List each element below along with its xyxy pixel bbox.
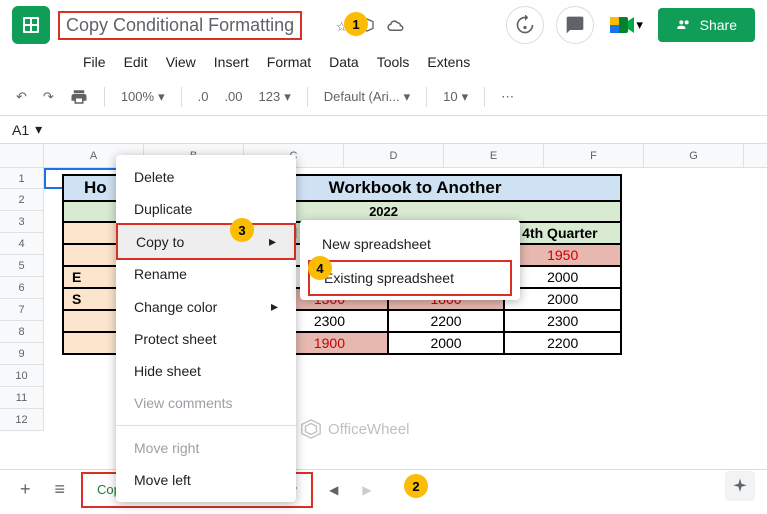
table-cell[interactable]: 2300 [504,310,621,332]
col-header[interactable]: E [444,144,544,167]
chevron-right-icon: ▸ [271,298,278,315]
document-title[interactable]: Copy Conditional Formatting [58,11,302,40]
table-cell[interactable]: 2000 [388,332,505,354]
watermark: OfficeWheel [300,418,409,440]
row-header[interactable]: 6 [0,277,43,299]
menu-extensions[interactable]: Extens [419,50,478,74]
print-icon[interactable] [66,84,92,110]
font-size[interactable]: 10 ▾ [439,85,472,109]
menu-file[interactable]: File [75,50,114,74]
name-box[interactable]: A1 ▾ [12,121,72,138]
sub-existing-spreadsheet[interactable]: Existing spreadsheet [308,260,512,296]
menu-tools[interactable]: Tools [369,50,418,74]
decrease-decimal[interactable]: .0 [194,85,213,108]
ctx-move-right: Move right [116,432,296,464]
row-header[interactable]: 7 [0,299,43,321]
annotation-badge: 1 [344,12,368,36]
submenu: New spreadsheet Existing spreadsheet [300,220,520,300]
sub-new-spreadsheet[interactable]: New spreadsheet [300,226,520,262]
row-header[interactable]: 12 [0,409,43,431]
font-select[interactable]: Default (Ari... ▾ [320,85,414,109]
sheets-logo[interactable] [12,6,50,44]
ctx-delete[interactable]: Delete [116,161,296,193]
col-header[interactable]: D [344,144,444,167]
ctx-change-color[interactable]: Change color▸ [116,290,296,323]
row-header[interactable]: 1 [0,168,43,189]
annotation-badge: 3 [230,218,254,242]
row-header[interactable]: 9 [0,343,43,365]
menubar: File Edit View Insert Format Data Tools … [0,50,767,78]
ctx-rename[interactable]: Rename [116,258,296,290]
toolbar: ↶ ↷ 100% ▾ .0 .00 123 ▾ Default (Ari... … [0,78,767,116]
menu-insert[interactable]: Insert [206,50,257,74]
number-format[interactable]: 123 ▾ [255,85,295,109]
redo-icon[interactable]: ↷ [39,85,58,109]
menu-format[interactable]: Format [259,50,319,74]
comment-icon[interactable] [556,6,594,44]
add-sheet-icon[interactable]: + [12,471,39,508]
context-menu: Delete Duplicate Copy to▸ Rename Change … [116,155,296,502]
table-cell[interactable]: 2000 [504,288,621,310]
meet-icon[interactable]: ▾ [606,11,646,39]
explore-button[interactable] [725,471,755,501]
menu-data[interactable]: Data [321,50,367,74]
ctx-view-comments: View comments [116,387,296,419]
table-cell[interactable]: 1950 [504,244,621,266]
more-toolbar[interactable]: ⋯ [497,85,518,109]
row-header[interactable]: 2 [0,189,43,211]
scroll-right-icon[interactable]: ▶ [354,475,379,505]
row-header[interactable]: 5 [0,255,43,277]
ctx-hide[interactable]: Hide sheet [116,355,296,387]
ctx-copy-to[interactable]: Copy to▸ [116,223,296,260]
share-button[interactable]: Share [658,8,755,42]
row-header[interactable]: 8 [0,321,43,343]
increase-decimal[interactable]: .00 [220,85,246,108]
table-cell[interactable]: 2200 [504,332,621,354]
table-cell[interactable]: 2200 [388,310,505,332]
history-icon[interactable] [506,6,544,44]
scroll-left-icon[interactable]: ◀ [321,475,346,505]
ctx-protect[interactable]: Protect sheet [116,323,296,355]
table-cell[interactable]: 2000 [504,266,621,288]
cloud-icon[interactable] [387,18,405,35]
annotation-badge: 4 [308,256,332,280]
menu-view[interactable]: View [158,50,204,74]
row-header[interactable]: 11 [0,387,43,409]
menu-edit[interactable]: Edit [116,50,156,74]
chevron-right-icon: ▸ [269,233,276,250]
row-header[interactable]: 10 [0,365,43,387]
undo-icon[interactable]: ↶ [12,85,31,109]
zoom-select[interactable]: 100% ▾ [117,85,169,109]
ctx-move-left[interactable]: Move left [116,464,296,496]
all-sheets-icon[interactable]: ≡ [47,471,74,508]
col-header[interactable]: F [544,144,644,167]
col-header[interactable]: G [644,144,744,167]
ctx-duplicate[interactable]: Duplicate [116,193,296,225]
row-header[interactable]: 4 [0,233,43,255]
row-header[interactable]: 3 [0,211,43,233]
annotation-badge: 2 [404,474,428,498]
